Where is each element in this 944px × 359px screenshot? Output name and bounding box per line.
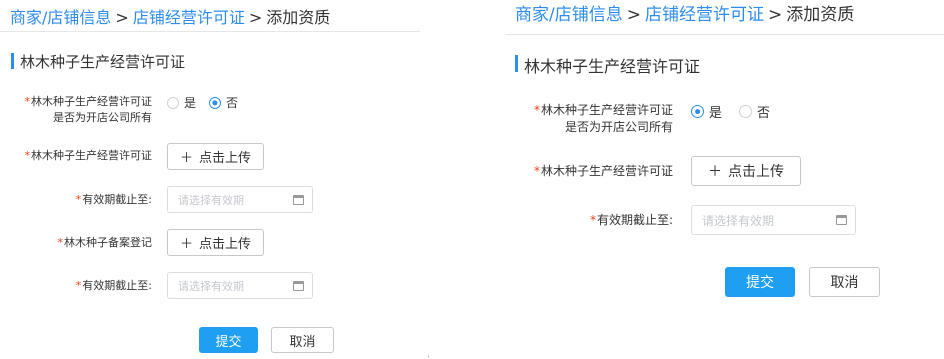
breadcrumb-merchant-link[interactable]: 商家/店铺信息: [10, 8, 111, 27]
required-asterisk: *: [533, 164, 540, 178]
ownership-label: *林木种子生产经营许可证 是否为开店公司所有: [534, 102, 673, 136]
validity-label: *有效期截止至:: [590, 212, 673, 228]
filing-upload-label: 点击上传: [199, 237, 252, 252]
ownership-label-line2: 是否为开店公司所有: [53, 111, 152, 124]
license-label: *林木种子生产经营许可证: [534, 163, 673, 179]
license-label-text: 林木种子生产经营许可证: [540, 164, 673, 178]
license-label-text: 林木种子生产经营许可证: [31, 149, 152, 162]
breadcrumb-license-link[interactable]: 店铺经营许可证: [133, 8, 245, 27]
radio-yes-circle[interactable]: [167, 96, 179, 109]
section-title: 林木种子生产经营许可证: [20, 53, 186, 71]
left-panel: 商家/店铺信息 > 店铺经营许可证 > 添加资质 林木种子生产经营许可证 *林木种子生产…: [0, 0, 430, 359]
radio-yes-label: 是: [184, 96, 197, 110]
radio-no-label: 否: [226, 96, 239, 110]
filing-validity-label-text: 有效期截止至:: [82, 279, 152, 292]
calendar-icon: [293, 194, 304, 205]
breadcrumb-current: 添加资质: [786, 5, 855, 25]
validity-label-text: 有效期截止至:: [82, 193, 152, 206]
required-asterisk: *: [589, 213, 596, 227]
validity-placeholder: 请选择有效期: [702, 213, 775, 228]
breadcrumb-separator: >: [248, 8, 263, 27]
ownership-radio-group: 是 否: [691, 102, 770, 121]
required-asterisk: *: [24, 149, 31, 162]
cancel-button[interactable]: 取消: [809, 267, 880, 297]
header-divider: [0, 31, 420, 32]
header-divider: [505, 34, 944, 35]
section-accent-bar: [11, 53, 14, 69]
breadcrumb-current: 添加资质: [266, 8, 331, 27]
ownership-radio-group: 是 否: [167, 94, 238, 111]
license-upload-label: 点击上传: [728, 164, 784, 180]
required-asterisk: *: [533, 103, 540, 117]
filing-validity-label: *有效期截止至:: [76, 278, 152, 294]
ownership-label: *林木种子生产经营许可证 是否为开店公司所有: [25, 94, 153, 126]
validity-date-picker[interactable]: 请选择有效期: [167, 186, 313, 213]
radio-yes[interactable]: 是: [691, 102, 722, 121]
radio-no-circle[interactable]: [209, 96, 222, 109]
section-title: 林木种子生产经营许可证: [524, 57, 701, 76]
ownership-label-line2: 是否为开店公司所有: [564, 120, 673, 134]
breadcrumb-separator: >: [115, 8, 129, 27]
radio-yes-circle[interactable]: [691, 105, 704, 118]
license-label: *林木种子生产经营许可证: [25, 148, 153, 164]
breadcrumb-separator: >: [626, 5, 641, 25]
filing-label: *林木种子备案登记: [58, 235, 153, 251]
filing-validity-placeholder: 请选择有效期: [178, 279, 244, 293]
plus-icon: ＋: [708, 164, 722, 180]
required-asterisk: *: [75, 193, 82, 206]
required-asterisk: *: [75, 279, 82, 292]
license-upload-label: 点击上传: [199, 151, 252, 166]
ownership-label-line1: 林木种子生产经营许可证: [540, 103, 673, 117]
stray-dot: [428, 356, 429, 357]
required-asterisk: *: [57, 236, 64, 249]
required-asterisk: *: [24, 95, 31, 108]
radio-no[interactable]: 否: [739, 102, 770, 121]
license-upload-button[interactable]: ＋ 点击上传: [167, 143, 264, 170]
right-panel: 商家/店铺信息 > 店铺经营许可证 > 添加资质 林木种子生产经营许可证 *林木种子生产…: [505, 0, 944, 359]
plus-icon: ＋: [179, 237, 193, 252]
filing-validity-date-picker[interactable]: 请选择有效期: [167, 272, 313, 299]
filing-upload-button[interactable]: ＋ 点击上传: [167, 229, 264, 256]
breadcrumb-separator: >: [767, 5, 783, 25]
breadcrumb-merchant-link[interactable]: 商家/店铺信息: [515, 5, 623, 25]
license-upload-button[interactable]: ＋ 点击上传: [691, 156, 801, 186]
radio-no-circle[interactable]: [739, 105, 753, 118]
cancel-button[interactable]: 取消: [271, 327, 334, 353]
breadcrumb: 商家/店铺信息 > 店铺经营许可证 > 添加资质: [10, 4, 330, 28]
calendar-icon: [293, 280, 304, 291]
breadcrumb-license-link[interactable]: 店铺经营许可证: [645, 5, 764, 25]
validity-date-picker[interactable]: 请选择有效期: [691, 205, 856, 235]
submit-button[interactable]: 提交: [199, 327, 258, 353]
submit-button[interactable]: 提交: [725, 267, 795, 297]
ownership-label-line1: 林木种子生产经营许可证: [31, 95, 152, 108]
plus-icon: ＋: [179, 151, 193, 166]
section-accent-bar: [515, 55, 518, 72]
radio-yes[interactable]: 是: [167, 94, 196, 111]
radio-no-label: 否: [757, 106, 771, 121]
breadcrumb: 商家/店铺信息 > 店铺经营许可证 > 添加资质: [515, 0, 854, 25]
validity-label-text: 有效期截止至:: [596, 213, 673, 227]
validity-placeholder: 请选择有效期: [178, 193, 244, 207]
radio-yes-label: 是: [709, 106, 723, 121]
validity-label: *有效期截止至:: [76, 192, 152, 208]
radio-no[interactable]: 否: [209, 94, 238, 111]
calendar-icon: [836, 215, 847, 225]
filing-label-text: 林木种子备案登记: [64, 236, 152, 249]
